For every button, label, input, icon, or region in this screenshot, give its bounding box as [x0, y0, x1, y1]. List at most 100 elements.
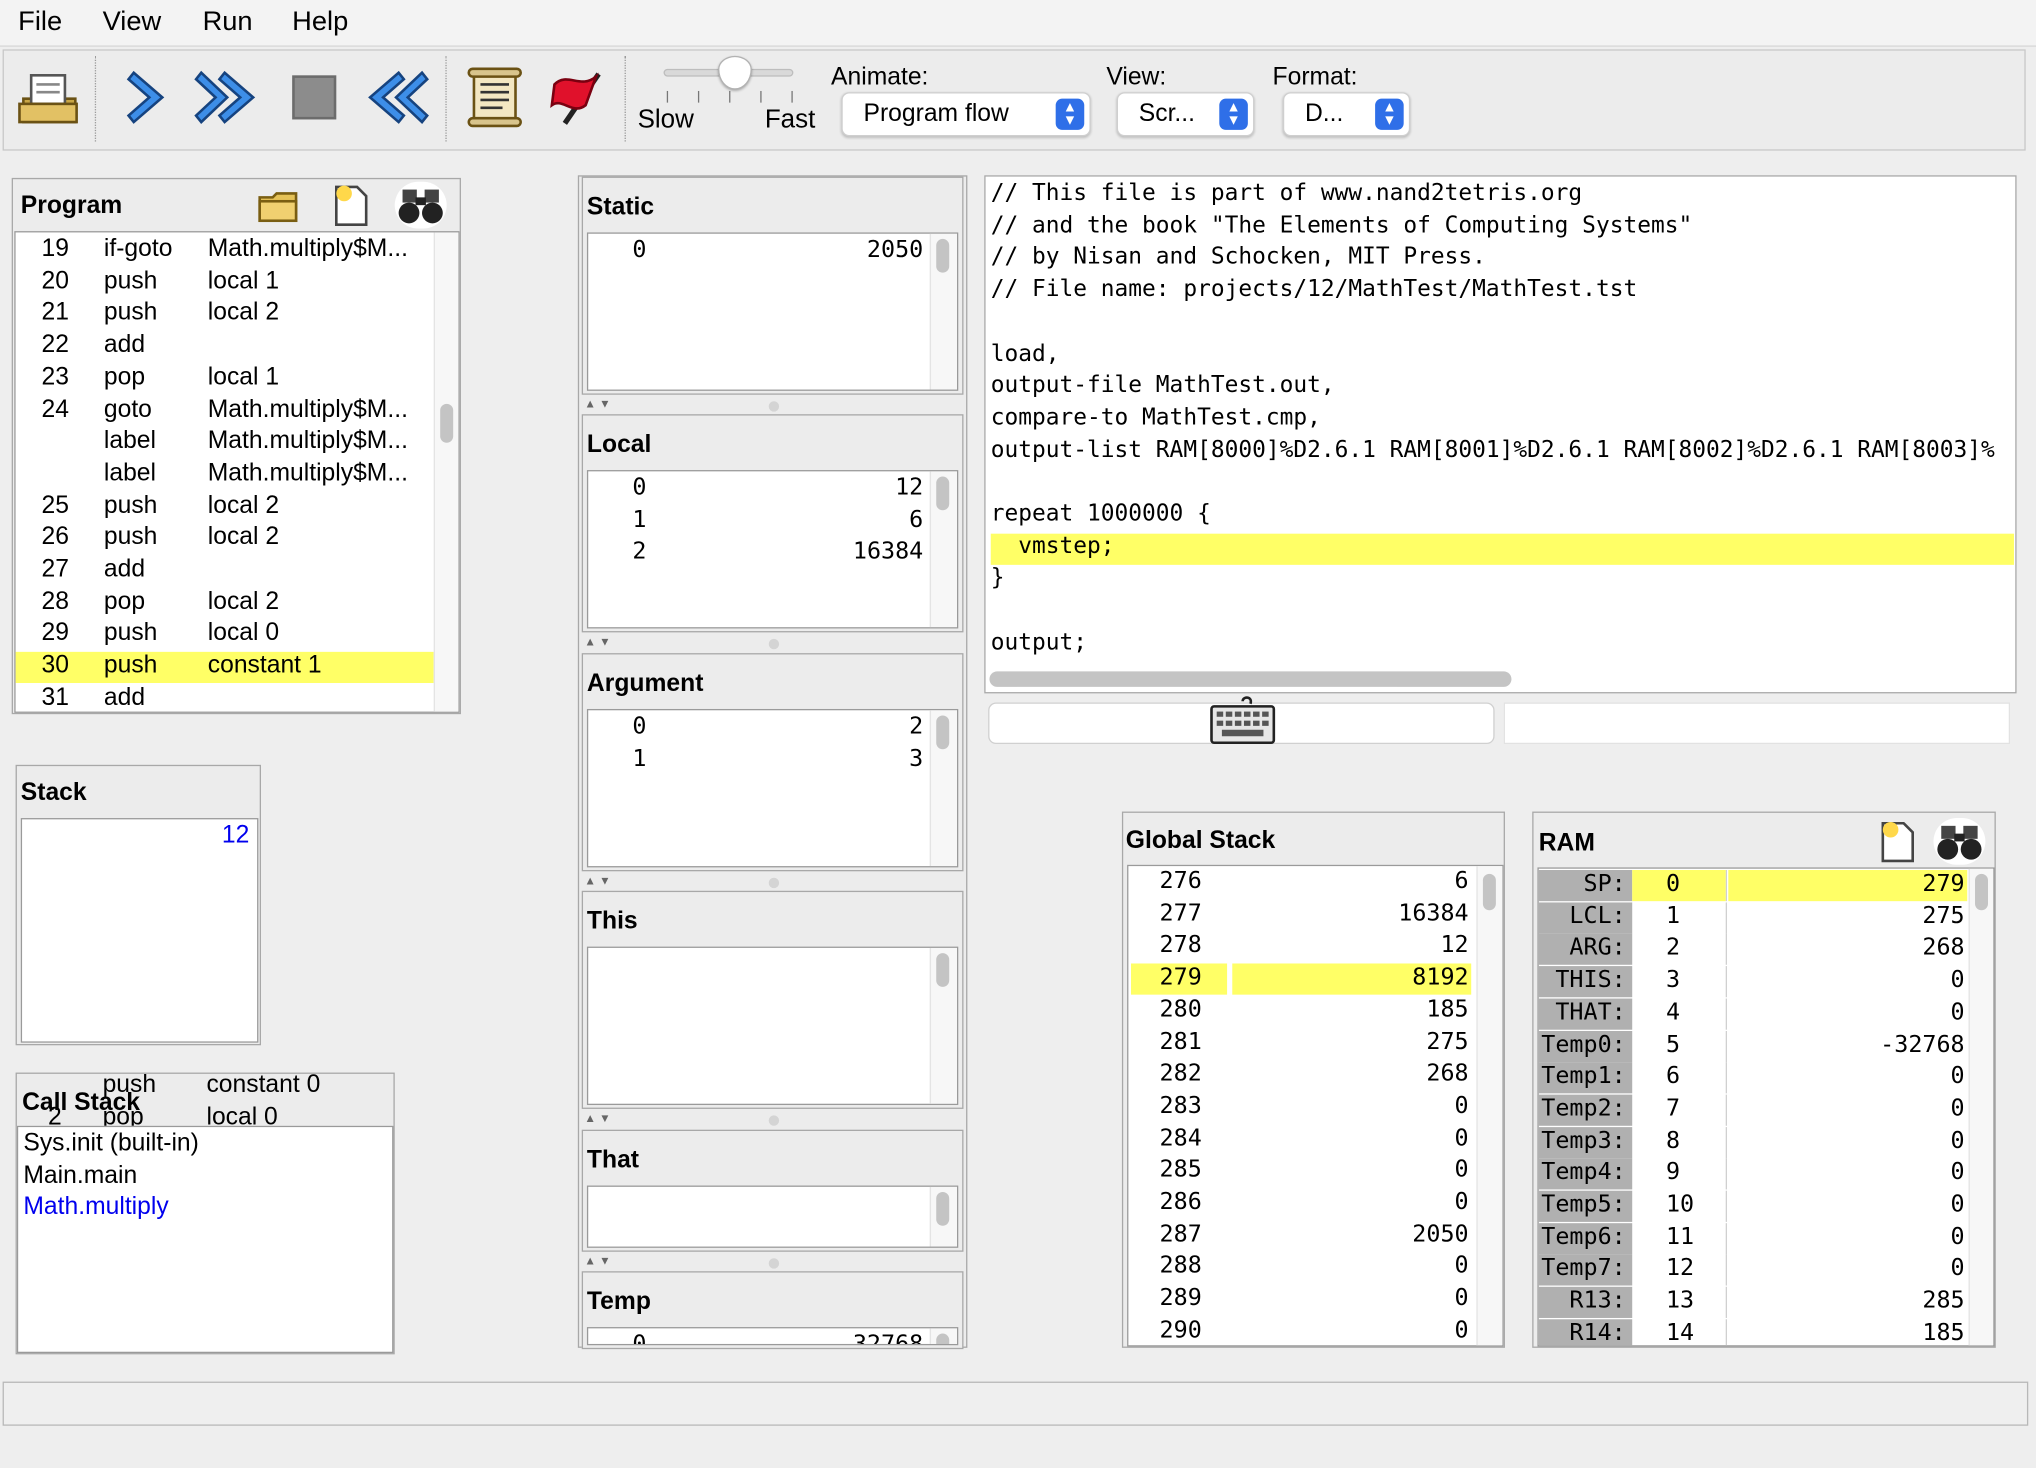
call-stack-item[interactable]: Main.main: [23, 1162, 137, 1193]
segment-row[interactable]: 0 12: [588, 474, 928, 505]
segment-that-list[interactable]: [586, 1185, 959, 1248]
global-stack-list[interactable]: 276 6 277 16384 278 12 279 8192 280 185 281 275 282 2…: [1127, 864, 1504, 1347]
ram-find-button[interactable]: [1933, 818, 1986, 865]
script-line[interactable]: // File name: projects/12/MathTest/MathT…: [991, 277, 2014, 308]
script-line[interactable]: [991, 309, 2014, 340]
ram-row[interactable]: LCL: 1 275: [1538, 902, 1968, 934]
script-line[interactable]: output-file MathTest.out,: [991, 373, 2014, 404]
single-step-button[interactable]: [110, 61, 183, 134]
split-divider[interactable]: ▲ ▼: [584, 1254, 961, 1270]
program-row[interactable]: 25 push local 2: [16, 492, 434, 523]
global-stack-row[interactable]: 286 0: [1128, 1188, 1471, 1219]
program-row[interactable]: 29 push local 0: [16, 620, 434, 651]
program-row[interactable]: label Math.multiply$M...: [16, 460, 434, 491]
load-program-button[interactable]: [12, 61, 85, 134]
segment-row[interactable]: 2 16384: [588, 538, 928, 569]
segment-row[interactable]: 13: [588, 745, 928, 776]
stack-list[interactable]: 12: [20, 818, 259, 1043]
call-stack-item[interactable]: Math.multiply: [23, 1194, 168, 1225]
ram-row[interactable]: SP: 0 279: [1538, 869, 1968, 902]
script-line[interactable]: output-list RAM[8000]%D2.6.1 RAM[8001]%D…: [991, 437, 2014, 468]
segment-scrollbar[interactable]: [936, 1333, 950, 1344]
keyboard-button[interactable]: [1209, 696, 1277, 748]
ram-row[interactable]: Temp3: 8 0: [1538, 1126, 1968, 1158]
global-stack-scrollbar[interactable]: [1482, 873, 1496, 911]
breakpoints-button[interactable]: [541, 61, 614, 134]
program-row[interactable]: 20 push local 1: [16, 267, 434, 298]
ram-scrollbar[interactable]: [1975, 873, 1989, 911]
ram-list[interactable]: SP: 0 279 LCL: 1 275 ARG: 2 268 THIS: 3 0 THAT: 4 0 Tem…: [1537, 867, 1995, 1347]
split-divider[interactable]: ▲ ▼: [584, 635, 961, 651]
program-row[interactable]: 27 add: [16, 556, 434, 587]
program-row[interactable]: 31 add: [16, 684, 434, 712]
segment-row[interactable]: 02: [588, 713, 928, 744]
global-stack-row[interactable]: 283 0: [1128, 1092, 1471, 1123]
global-stack-row[interactable]: 290 0: [1128, 1316, 1471, 1345]
menu-file[interactable]: File: [18, 6, 62, 37]
global-stack-row[interactable]: 280 185: [1128, 996, 1471, 1027]
speed-slider-thumb[interactable]: [718, 55, 752, 90]
call-stack-item[interactable]: Sys.init (built-in): [23, 1130, 199, 1161]
new-program-button[interactable]: [330, 182, 372, 229]
ram-row[interactable]: Temp6: 11 0: [1538, 1222, 1968, 1254]
run-button[interactable]: [191, 61, 264, 134]
program-list[interactable]: 19 if-goto Math.multiply$M... 20 push local 1…: [14, 231, 460, 713]
open-program-button[interactable]: [257, 184, 301, 228]
program-row[interactable]: 28 pop local 2: [16, 588, 434, 619]
script-button[interactable]: [458, 61, 531, 134]
global-stack-row[interactable]: 282 268: [1128, 1060, 1471, 1091]
segment-scrollbar[interactable]: [936, 953, 950, 987]
segment-row[interactable]: 0 2050: [588, 236, 928, 267]
segment-static-list[interactable]: 0 2050: [586, 232, 959, 391]
program-row[interactable]: 26 push local 2: [16, 524, 434, 555]
segment-scrollbar[interactable]: [936, 238, 950, 273]
ram-new-button[interactable]: [1876, 818, 1918, 865]
ram-row[interactable]: Temp7: 12 0: [1538, 1254, 1968, 1287]
program-row[interactable]: 19 if-goto Math.multiply$M...: [16, 235, 434, 266]
menu-view[interactable]: View: [103, 6, 162, 37]
program-row[interactable]: 23 pop local 1: [16, 363, 434, 394]
global-stack-row[interactable]: 289 0: [1128, 1284, 1471, 1315]
program-scrollbar[interactable]: [440, 403, 454, 443]
ram-row[interactable]: ARG: 2 268: [1538, 934, 1968, 966]
script-line[interactable]: [991, 469, 2014, 500]
segment-row[interactable]: 16: [588, 506, 928, 537]
find-button[interactable]: [394, 181, 447, 229]
script-line[interactable]: [991, 597, 2014, 628]
split-divider[interactable]: ▲ ▼: [584, 874, 961, 890]
animate-select[interactable]: Program flow ▲ ▼: [841, 92, 1091, 137]
segment-scrollbar[interactable]: [936, 476, 950, 511]
script-line[interactable]: // by Nisan and Schocken, MIT Press.: [991, 245, 2014, 276]
format-select[interactable]: D... ▲ ▼: [1282, 92, 1411, 137]
global-stack-row[interactable]: 276 6: [1128, 867, 1471, 898]
segment-argument-list[interactable]: 0213: [586, 708, 959, 868]
view-select[interactable]: Scr... ▲ ▼: [1116, 92, 1255, 137]
program-row[interactable]: 30 push constant 1: [15, 651, 434, 684]
ram-row[interactable]: THAT: 4 0: [1538, 998, 1968, 1030]
global-stack-row[interactable]: 277 16384: [1128, 899, 1471, 930]
ram-row[interactable]: Temp5: 10 0: [1538, 1190, 1968, 1222]
menu-run[interactable]: Run: [203, 6, 253, 37]
ram-row[interactable]: Temp1: 6 0: [1538, 1062, 1968, 1094]
split-divider[interactable]: ▲ ▼: [584, 397, 961, 413]
segment-temp-list[interactable]: 0 -32768: [586, 1327, 959, 1346]
program-row[interactable]: label Math.multiply$M...: [16, 427, 434, 458]
segment-scrollbar[interactable]: [936, 715, 950, 750]
segment-row[interactable]: 0 -32768: [588, 1331, 928, 1344]
program-row[interactable]: 22 add: [16, 331, 434, 362]
script-line[interactable]: vmstep;: [990, 533, 2014, 565]
script-line[interactable]: // This file is part of www.nand2tetris.…: [991, 180, 2014, 211]
script-line[interactable]: load,: [991, 341, 2014, 372]
call-stack-list[interactable]: Sys.init (built-in) Main.main Math.multipl…: [16, 1125, 394, 1354]
ram-row[interactable]: Temp2: 7 0: [1538, 1094, 1968, 1126]
script-line[interactable]: }: [991, 565, 2014, 596]
global-stack-row[interactable]: 285 0: [1128, 1156, 1471, 1187]
script-panel[interactable]: // This file is part of www.nand2tetris.…: [984, 175, 2017, 694]
script-line[interactable]: // and the book "The Elements of Computi…: [991, 213, 2014, 244]
program-row[interactable]: 24 goto Math.multiply$M...: [16, 395, 434, 426]
ram-row[interactable]: Temp0: 5 -32768: [1538, 1030, 1968, 1062]
script-line[interactable]: compare-to MathTest.cmp,: [991, 405, 2014, 436]
segment-local-list[interactable]: 0 12 1 6 2 16384: [586, 470, 959, 629]
menu-help[interactable]: Help: [292, 6, 348, 37]
script-hscrollbar[interactable]: [989, 671, 1512, 687]
